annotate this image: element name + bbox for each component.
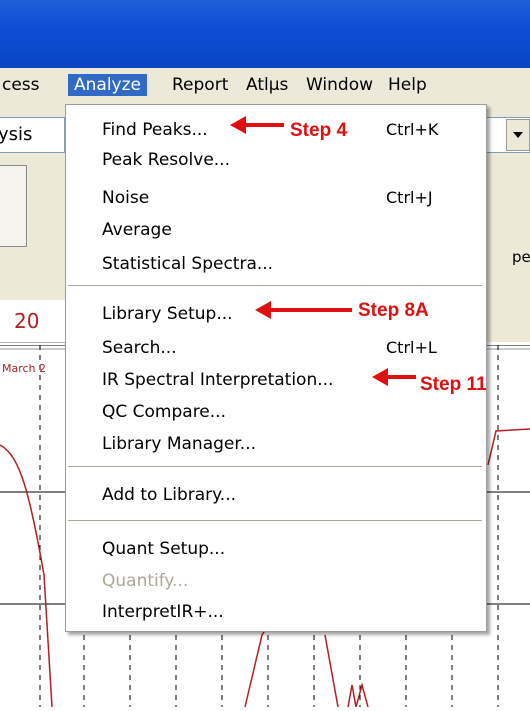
menu-search[interactable]: Search... <box>102 333 177 363</box>
menu-process[interactable]: cess <box>0 74 46 96</box>
menu-report[interactable]: Report <box>166 74 234 96</box>
annotation-step-4: Step 4 <box>290 120 348 141</box>
menu-bar: cess Analyze Report Atlμs Window Help <box>0 68 530 103</box>
shortcut-noise: Ctrl+J <box>386 188 433 207</box>
menu-library-manager[interactable]: Library Manager... <box>102 429 256 459</box>
mode-combo[interactable]: ysis <box>0 117 65 153</box>
menu-help[interactable]: Help <box>382 74 433 96</box>
right-strip <box>484 300 530 342</box>
menu-library-setup[interactable]: Library Setup... <box>102 299 233 329</box>
mode-combo-text: ysis <box>0 124 33 145</box>
annotation-step-11: Step 11 <box>420 374 487 395</box>
menu-peak-resolve[interactable]: Peak Resolve... <box>102 145 230 175</box>
menu-ir-spectral-interpretation[interactable]: IR Spectral Interpretation... <box>102 365 333 395</box>
menu-find-peaks[interactable]: Find Peaks... <box>102 115 208 145</box>
annotation-step-8a: Step 8A <box>358 300 429 321</box>
menu-interpretir-plus[interactable]: InterpretIR+... <box>102 597 224 627</box>
spectrum-line-peaks <box>324 634 369 708</box>
menu-noise[interactable]: Noise <box>102 183 149 213</box>
menu-separator <box>68 285 482 287</box>
right-panel-text: pe <box>512 248 530 266</box>
menu-quant-setup[interactable]: Quant Setup... <box>102 534 225 564</box>
value-field[interactable]: 20 <box>0 300 66 343</box>
menu-quantify: Quantify... <box>102 571 189 591</box>
menu-separator <box>68 466 482 468</box>
spectrum-line-left <box>0 444 53 708</box>
shortcut-find-peaks: Ctrl+K <box>386 120 439 139</box>
menu-qc-compare[interactable]: QC Compare... <box>102 397 226 427</box>
menu-atlus[interactable]: Atlμs <box>240 74 294 96</box>
analyze-menu: Find Peaks... Ctrl+K Peak Resolve... Noi… <box>65 104 487 632</box>
menu-analyze[interactable]: Analyze <box>68 74 147 96</box>
menu-window[interactable]: Window <box>300 74 379 96</box>
chart-title: March 2 <box>2 362 47 375</box>
menu-separator <box>68 520 482 522</box>
left-panel <box>0 165 27 247</box>
spectrum-line-right <box>487 428 530 466</box>
menu-add-to-library[interactable]: Add to Library... <box>102 480 236 510</box>
shortcut-search: Ctrl+L <box>386 338 437 357</box>
value-field-text: 20 <box>14 309 40 333</box>
menu-statistical-spectra[interactable]: Statistical Spectra... <box>102 249 273 279</box>
title-bar <box>0 0 530 68</box>
chevron-down-icon[interactable] <box>506 119 530 151</box>
menu-average[interactable]: Average <box>102 215 172 245</box>
